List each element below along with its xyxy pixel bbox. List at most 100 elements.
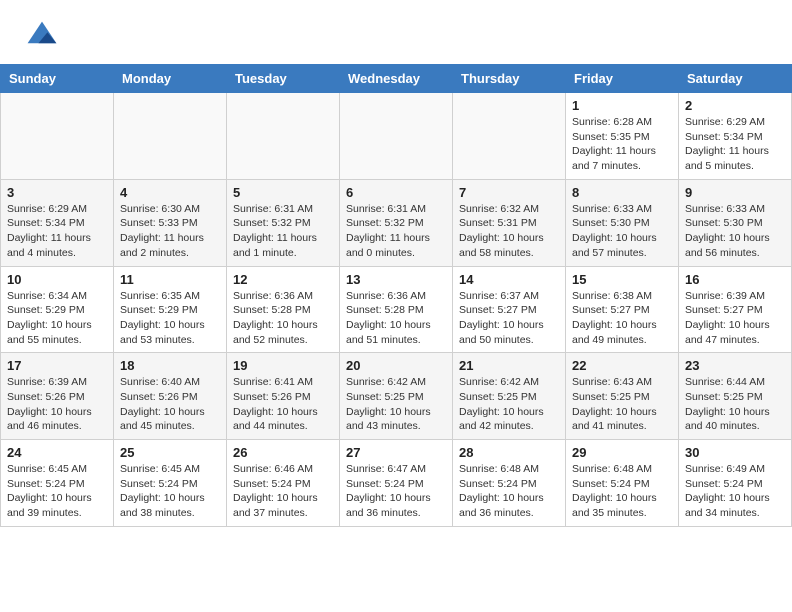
calendar-cell: 30 Sunrise: 6:49 AM Sunset: 5:24 PM Dayli… [679, 440, 792, 527]
day-info: Sunrise: 6:39 AM Sunset: 5:26 PM Dayligh… [7, 375, 107, 434]
day-number: 29 [572, 445, 672, 460]
weekday-header-sunday: Sunday [1, 65, 114, 93]
day-number: 28 [459, 445, 559, 460]
calendar-header: SundayMondayTuesdayWednesdayThursdayFrid… [1, 65, 792, 93]
calendar-cell [114, 93, 227, 180]
calendar-cell: 8 Sunrise: 6:33 AM Sunset: 5:30 PM Daylig… [566, 179, 679, 266]
weekday-header-wednesday: Wednesday [340, 65, 453, 93]
day-info: Sunrise: 6:29 AM Sunset: 5:34 PM Dayligh… [7, 202, 107, 261]
day-info: Sunrise: 6:40 AM Sunset: 5:26 PM Dayligh… [120, 375, 220, 434]
day-info: Sunrise: 6:42 AM Sunset: 5:25 PM Dayligh… [346, 375, 446, 434]
calendar-cell: 17 Sunrise: 6:39 AM Sunset: 5:26 PM Dayli… [1, 353, 114, 440]
day-number: 6 [346, 185, 446, 200]
calendar-table: SundayMondayTuesdayWednesdayThursdayFrid… [0, 64, 792, 527]
calendar-cell [340, 93, 453, 180]
calendar-cell [227, 93, 340, 180]
day-number: 2 [685, 98, 785, 113]
day-info: Sunrise: 6:37 AM Sunset: 5:27 PM Dayligh… [459, 289, 559, 348]
page-header [0, 0, 792, 64]
day-info: Sunrise: 6:35 AM Sunset: 5:29 PM Dayligh… [120, 289, 220, 348]
calendar-cell [453, 93, 566, 180]
calendar-cell: 18 Sunrise: 6:40 AM Sunset: 5:26 PM Dayli… [114, 353, 227, 440]
day-info: Sunrise: 6:44 AM Sunset: 5:25 PM Dayligh… [685, 375, 785, 434]
calendar-cell: 3 Sunrise: 6:29 AM Sunset: 5:34 PM Daylig… [1, 179, 114, 266]
logo [24, 18, 64, 54]
day-number: 9 [685, 185, 785, 200]
day-info: Sunrise: 6:32 AM Sunset: 5:31 PM Dayligh… [459, 202, 559, 261]
calendar-week-3: 10 Sunrise: 6:34 AM Sunset: 5:29 PM Dayli… [1, 266, 792, 353]
day-info: Sunrise: 6:49 AM Sunset: 5:24 PM Dayligh… [685, 462, 785, 521]
calendar-cell: 11 Sunrise: 6:35 AM Sunset: 5:29 PM Dayli… [114, 266, 227, 353]
calendar-cell: 19 Sunrise: 6:41 AM Sunset: 5:26 PM Dayli… [227, 353, 340, 440]
day-info: Sunrise: 6:30 AM Sunset: 5:33 PM Dayligh… [120, 202, 220, 261]
calendar-week-1: 1 Sunrise: 6:28 AM Sunset: 5:35 PM Daylig… [1, 93, 792, 180]
day-number: 22 [572, 358, 672, 373]
day-info: Sunrise: 6:42 AM Sunset: 5:25 PM Dayligh… [459, 375, 559, 434]
day-info: Sunrise: 6:34 AM Sunset: 5:29 PM Dayligh… [7, 289, 107, 348]
calendar-cell: 21Sunrise: 6:42 AM Sunset: 5:25 PM Dayli… [453, 353, 566, 440]
calendar-cell: 24 Sunrise: 6:45 AM Sunset: 5:24 PM Dayli… [1, 440, 114, 527]
calendar-cell: 25Sunrise: 6:45 AM Sunset: 5:24 PM Dayli… [114, 440, 227, 527]
day-number: 18 [120, 358, 220, 373]
day-number: 13 [346, 272, 446, 287]
calendar-week-4: 17 Sunrise: 6:39 AM Sunset: 5:26 PM Dayli… [1, 353, 792, 440]
weekday-header-thursday: Thursday [453, 65, 566, 93]
calendar-cell: 22 Sunrise: 6:43 AM Sunset: 5:25 PM Dayli… [566, 353, 679, 440]
calendar-cell: 10 Sunrise: 6:34 AM Sunset: 5:29 PM Dayli… [1, 266, 114, 353]
day-number: 5 [233, 185, 333, 200]
day-number: 4 [120, 185, 220, 200]
day-number: 26 [233, 445, 333, 460]
day-info: Sunrise: 6:41 AM Sunset: 5:26 PM Dayligh… [233, 375, 333, 434]
day-info: Sunrise: 6:36 AM Sunset: 5:28 PM Dayligh… [346, 289, 446, 348]
calendar-cell: 16 Sunrise: 6:39 AM Sunset: 5:27 PM Dayli… [679, 266, 792, 353]
logo-icon [24, 18, 60, 54]
weekday-header-friday: Friday [566, 65, 679, 93]
day-number: 16 [685, 272, 785, 287]
day-number: 11 [120, 272, 220, 287]
calendar-cell: 20 Sunrise: 6:42 AM Sunset: 5:25 PM Dayli… [340, 353, 453, 440]
day-number: 1 [572, 98, 672, 113]
calendar-cell: 15Sunrise: 6:38 AM Sunset: 5:27 PM Dayli… [566, 266, 679, 353]
day-info: Sunrise: 6:31 AM Sunset: 5:32 PM Dayligh… [346, 202, 446, 261]
day-number: 12 [233, 272, 333, 287]
day-number: 24 [7, 445, 107, 460]
calendar-week-2: 3 Sunrise: 6:29 AM Sunset: 5:34 PM Daylig… [1, 179, 792, 266]
weekday-header-saturday: Saturday [679, 65, 792, 93]
calendar-cell: 14 Sunrise: 6:37 AM Sunset: 5:27 PM Dayli… [453, 266, 566, 353]
calendar-cell: 28 Sunrise: 6:48 AM Sunset: 5:24 PM Dayli… [453, 440, 566, 527]
day-info: Sunrise: 6:45 AM Sunset: 5:24 PM Dayligh… [7, 462, 107, 521]
weekday-header-monday: Monday [114, 65, 227, 93]
calendar-cell: 9 Sunrise: 6:33 AM Sunset: 5:30 PM Daylig… [679, 179, 792, 266]
calendar-cell: 29 Sunrise: 6:48 AM Sunset: 5:24 PM Dayli… [566, 440, 679, 527]
day-info: Sunrise: 6:48 AM Sunset: 5:24 PM Dayligh… [459, 462, 559, 521]
day-info: Sunrise: 6:33 AM Sunset: 5:30 PM Dayligh… [572, 202, 672, 261]
calendar-cell: 2 Sunrise: 6:29 AM Sunset: 5:34 PM Daylig… [679, 93, 792, 180]
calendar-cell: 27Sunrise: 6:47 AM Sunset: 5:24 PM Dayli… [340, 440, 453, 527]
day-number: 20 [346, 358, 446, 373]
day-info: Sunrise: 6:31 AM Sunset: 5:32 PM Dayligh… [233, 202, 333, 261]
day-info: Sunrise: 6:48 AM Sunset: 5:24 PM Dayligh… [572, 462, 672, 521]
day-info: Sunrise: 6:39 AM Sunset: 5:27 PM Dayligh… [685, 289, 785, 348]
day-info: Sunrise: 6:43 AM Sunset: 5:25 PM Dayligh… [572, 375, 672, 434]
day-info: Sunrise: 6:28 AM Sunset: 5:35 PM Dayligh… [572, 115, 672, 174]
calendar-cell: 26Sunrise: 6:46 AM Sunset: 5:24 PM Dayli… [227, 440, 340, 527]
day-number: 30 [685, 445, 785, 460]
day-number: 3 [7, 185, 107, 200]
day-number: 8 [572, 185, 672, 200]
day-number: 10 [7, 272, 107, 287]
calendar-week-5: 24 Sunrise: 6:45 AM Sunset: 5:24 PM Dayli… [1, 440, 792, 527]
day-info: Sunrise: 6:29 AM Sunset: 5:34 PM Dayligh… [685, 115, 785, 174]
day-info: Sunrise: 6:45 AM Sunset: 5:24 PM Dayligh… [120, 462, 220, 521]
calendar-cell: 12 Sunrise: 6:36 AM Sunset: 5:28 PM Dayli… [227, 266, 340, 353]
day-number: 19 [233, 358, 333, 373]
calendar-cell: 4 Sunrise: 6:30 AM Sunset: 5:33 PM Daylig… [114, 179, 227, 266]
day-info: Sunrise: 6:36 AM Sunset: 5:28 PM Dayligh… [233, 289, 333, 348]
day-info: Sunrise: 6:33 AM Sunset: 5:30 PM Dayligh… [685, 202, 785, 261]
day-number: 17 [7, 358, 107, 373]
calendar-cell: 13 Sunrise: 6:36 AM Sunset: 5:28 PM Dayli… [340, 266, 453, 353]
calendar-cell: 1 Sunrise: 6:28 AM Sunset: 5:35 PM Daylig… [566, 93, 679, 180]
day-number: 14 [459, 272, 559, 287]
calendar-cell: 7Sunrise: 6:32 AM Sunset: 5:31 PM Daylig… [453, 179, 566, 266]
calendar-cell: 6 Sunrise: 6:31 AM Sunset: 5:32 PM Daylig… [340, 179, 453, 266]
calendar-cell: 5 Sunrise: 6:31 AM Sunset: 5:32 PM Daylig… [227, 179, 340, 266]
